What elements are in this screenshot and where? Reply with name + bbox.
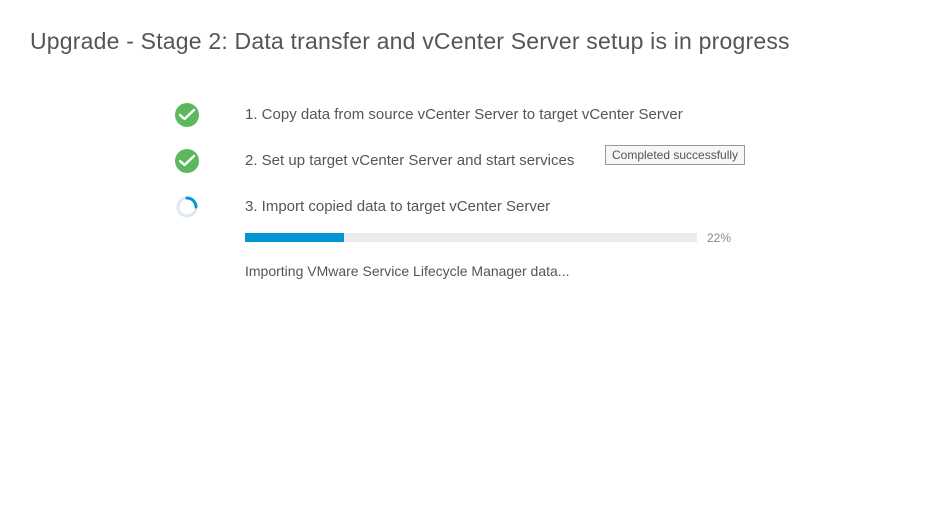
step-row: 3. Import copied data to target vCenter …	[175, 195, 921, 282]
step-icon-column	[175, 195, 245, 219]
step-row: 2. Set up target vCenter Server and star…	[175, 149, 921, 173]
page-title: Upgrade - Stage 2: Data transfer and vCe…	[30, 28, 921, 55]
check-icon	[175, 103, 199, 127]
step-body: 1. Copy data from source vCenter Server …	[245, 103, 921, 127]
progress-track	[245, 233, 697, 242]
step-label: 1. Copy data from source vCenter Server …	[245, 103, 921, 127]
progress-fill	[245, 233, 344, 242]
step-body: 3. Import copied data to target vCenter …	[245, 195, 921, 282]
tooltip: Completed successfully	[605, 145, 745, 165]
step-body: 2. Set up target vCenter Server and star…	[245, 149, 921, 173]
progress-percent-label: 22%	[707, 229, 731, 247]
progress-bar: 22%	[245, 229, 725, 247]
progress-status-text: Importing VMware Service Lifecycle Manag…	[245, 261, 921, 282]
step-label: 3. Import copied data to target vCenter …	[245, 195, 921, 219]
step-icon-column	[175, 149, 245, 173]
step-icon-column	[175, 103, 245, 127]
step-row: 1. Copy data from source vCenter Server …	[175, 103, 921, 127]
step-label: 2. Set up target vCenter Server and star…	[245, 149, 921, 173]
spinner-icon	[175, 195, 199, 219]
steps-list: 1. Copy data from source vCenter Server …	[175, 103, 921, 282]
upgrade-stage2-page: Upgrade - Stage 2: Data transfer and vCe…	[0, 0, 951, 282]
check-icon	[175, 149, 199, 173]
